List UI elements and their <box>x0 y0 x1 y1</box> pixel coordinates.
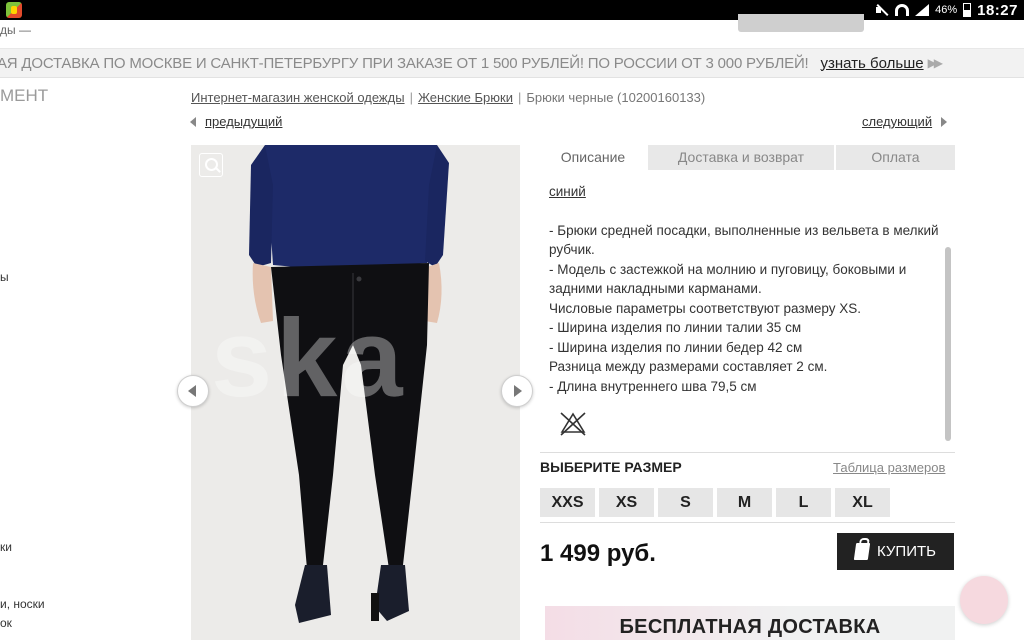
no-wash-icon <box>560 412 586 436</box>
size-chart-link[interactable]: Таблица размеров <box>833 460 945 475</box>
next-label: следующий <box>862 114 933 129</box>
sidebar-heading: МЕНТ <box>0 86 49 105</box>
size-option-l[interactable]: L <box>776 488 831 517</box>
description-line: - Ширина изделия по линии бедер 42 см <box>549 339 803 355</box>
price: 1 499 руб. <box>540 540 656 567</box>
mute-icon <box>875 3 889 17</box>
sidebar-item[interactable]: ки <box>0 540 12 554</box>
breadcrumb-current: Брюки черные (10200160133) <box>526 90 706 105</box>
product-image[interactable]: ska <box>191 145 520 640</box>
battery-percent: 46% <box>935 4 958 16</box>
size-options: XXS XS S M L XL <box>540 488 890 517</box>
watermark: ska <box>211 297 407 420</box>
divider <box>540 452 955 453</box>
clock: 18:27 <box>977 1 1018 19</box>
shopping-bag-icon <box>853 543 871 560</box>
color-link[interactable]: синий <box>549 182 947 202</box>
breadcrumb-link[interactable]: Интернет-магазин женской одежды <box>191 90 405 105</box>
promo-learn-more-link[interactable]: узнать больше <box>821 55 924 72</box>
breadcrumb-separator: | <box>517 90 522 105</box>
breadcrumb: Интернет-магазин женской одежды | Женские … <box>191 90 705 105</box>
previous-product-link[interactable]: предыдущий <box>190 114 282 129</box>
image-next-button[interactable] <box>501 375 533 407</box>
size-heading: ВЫБЕРИТЕ РАЗМЕР <box>540 459 682 475</box>
description-line: - Брюки средней посадки, выполненные из … <box>549 222 939 258</box>
previous-label: предыдущий <box>205 114 283 129</box>
size-option-xl[interactable]: XL <box>835 488 890 517</box>
tab-payment[interactable]: Оплата <box>836 145 955 170</box>
header-fragment: ды — <box>0 23 31 37</box>
double-chevron-right-icon: ▶▶ <box>927 56 944 70</box>
zoom-icon[interactable] <box>199 153 223 177</box>
buy-label: КУПИТЬ <box>876 543 936 560</box>
breadcrumb-link[interactable]: Женские Брюки <box>418 90 513 105</box>
size-option-s[interactable]: S <box>658 488 713 517</box>
description-line: - Модель с застежкой на молнию и пуговиц… <box>549 261 907 297</box>
image-prev-button[interactable] <box>177 375 209 407</box>
chevron-right-icon <box>941 116 948 127</box>
product-tabs: Описание Доставка и возврат Оплата <box>540 145 955 170</box>
breadcrumb-separator: | <box>409 90 413 105</box>
size-option-m[interactable]: M <box>717 488 772 517</box>
status-bar: 46% 18:27 <box>0 0 1024 20</box>
wifi-icon <box>895 4 910 16</box>
sidebar-item[interactable]: и, носки <box>0 597 45 611</box>
battery-icon <box>963 3 972 17</box>
next-product-link[interactable]: следующий <box>862 114 948 129</box>
free-shipping-banner[interactable]: БЕСПЛАТНАЯ ДОСТАВКА <box>545 606 955 640</box>
description-line: Разница между размерами составляет 2 см. <box>549 359 828 374</box>
sidebar-item[interactable]: ы <box>0 270 9 284</box>
chat-button[interactable] <box>960 576 1008 624</box>
promo-banner: АЯ ДОСТАВКА ПО МОСКВЕ И САНКТ-ПЕТЕРБУРГУ… <box>0 48 1024 78</box>
tab-delivery-returns[interactable]: Доставка и возврат <box>648 145 834 170</box>
sidebar-item[interactable]: ок <box>0 616 12 630</box>
size-option-xxs[interactable]: XXS <box>540 488 595 517</box>
tab-description[interactable]: Описание <box>540 145 646 170</box>
description-scrollbar[interactable] <box>945 247 951 441</box>
chevron-left-icon <box>190 116 196 127</box>
divider <box>540 522 955 523</box>
signal-icon <box>915 4 930 16</box>
description-line: Числовые параметры соответствуют размеру… <box>549 300 861 316</box>
app-notification-icon <box>6 2 22 18</box>
promo-text: АЯ ДОСТАВКА ПО МОСКВЕ И САНКТ-ПЕТЕРБУРГУ… <box>0 54 809 72</box>
buy-button[interactable]: КУПИТЬ <box>837 533 954 570</box>
free-shipping-text: БЕСПЛАТНАЯ ДОСТАВКА <box>619 616 881 638</box>
product-description: синий - Брюки средней посадки, выполненн… <box>549 182 947 444</box>
description-line: - Длина внутреннего шва 79,5 см <box>549 378 757 394</box>
system-tray: 46% 18:27 <box>875 0 1018 20</box>
size-option-xs[interactable]: XS <box>599 488 654 517</box>
description-line: - Ширина изделия по линии талии 35 см <box>549 320 802 335</box>
callback-button[interactable] <box>738 14 864 32</box>
